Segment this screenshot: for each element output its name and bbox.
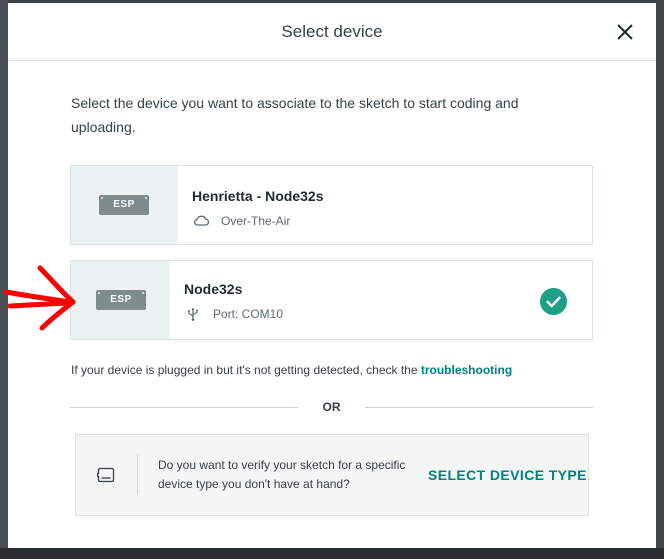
device-thumbnail: ESP	[71, 166, 178, 244]
device-thumbnail: ESP	[71, 261, 170, 339]
panel-separator	[137, 455, 138, 495]
verify-device-type-panel: Do you want to verify your sketch for a …	[75, 434, 589, 516]
device-connection: Over-The-Air	[192, 214, 290, 228]
verify-text: Do you want to verify your sketch for a …	[158, 458, 406, 491]
hint-text: If your device is plugged in but it's no…	[71, 363, 421, 377]
close-icon[interactable]	[614, 21, 636, 43]
cloud-icon	[194, 215, 210, 226]
annotation-arrow-icon	[3, 265, 76, 331]
troubleshooting-hint: If your device is plugged in but it's no…	[71, 363, 512, 377]
select-device-dialog: Select device Select the device you want…	[8, 3, 656, 548]
dialog-header: Select device	[8, 3, 656, 61]
esp-chip-icon: ESP	[99, 195, 149, 215]
usb-icon	[188, 307, 198, 321]
select-device-type-button[interactable]: SELECT DEVICE TYPE	[428, 467, 587, 483]
board-icon	[97, 467, 115, 483]
dialog-title: Select device	[281, 22, 383, 41]
device-card-henrietta[interactable]: ESP Henrietta - Node32s Over-The-Air	[70, 165, 593, 245]
divider-line	[365, 407, 593, 408]
device-card-node32s[interactable]: ESP Node32s Port: COM10	[70, 260, 593, 340]
dialog-intro-text: Select the device you want to associate …	[71, 95, 519, 135]
connection-label: Over-The-Air	[221, 214, 291, 228]
or-divider: OR	[70, 400, 593, 414]
backdrop-bottom	[0, 548, 664, 559]
troubleshooting-link[interactable]: troubleshooting	[421, 363, 512, 377]
esp-chip-icon: ESP	[96, 290, 146, 310]
check-icon	[540, 288, 567, 315]
connection-label: Port: COM10	[213, 307, 284, 321]
device-connection: Port: COM10	[184, 307, 283, 321]
device-name: Henrietta - Node32s	[192, 188, 324, 204]
device-name: Node32s	[184, 281, 243, 297]
